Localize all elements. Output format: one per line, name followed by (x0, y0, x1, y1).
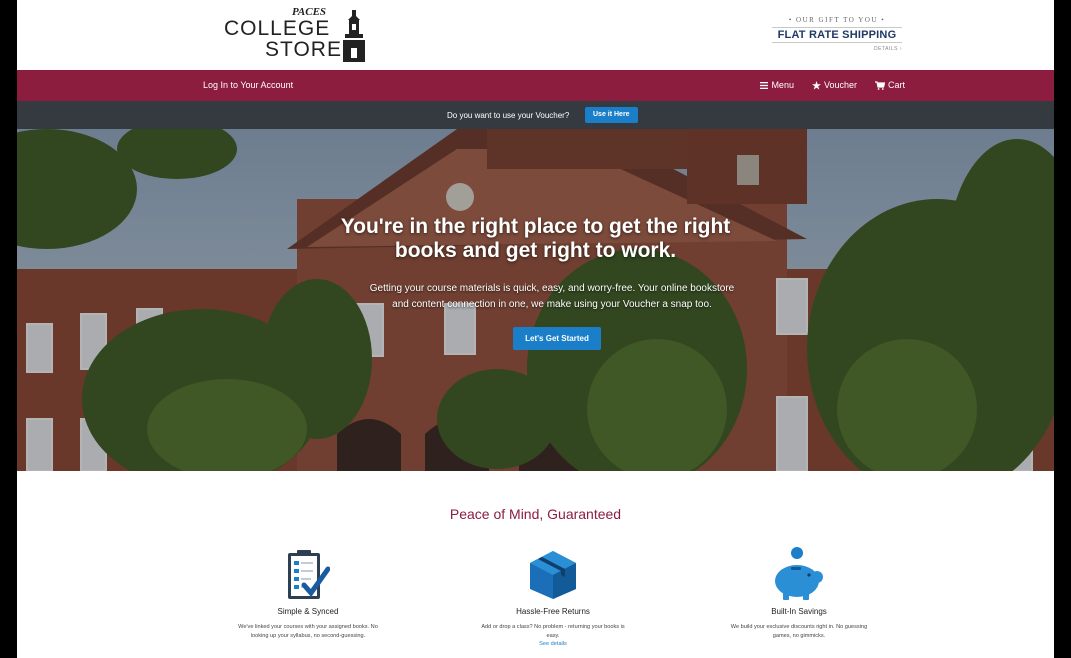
clipboard-check-icon (288, 550, 330, 599)
menu-label: Menu (771, 80, 794, 90)
hamburger-icon (760, 81, 769, 89)
shipping-details-link[interactable]: DETAILS › (772, 46, 902, 52)
feature-title: Hassle-Free Returns (516, 607, 590, 616)
flat-rate-shipping-promo[interactable]: • OUR GIFT TO YOU • FLAT RATE SHIPPING D… (772, 16, 902, 52)
main-nav: Log In to Your Account Menu Voucher Cart (17, 70, 1054, 101)
menu-button[interactable]: Menu (760, 80, 794, 90)
hero-description: Getting your course materials is quick, … (332, 281, 772, 313)
voucher-button[interactable]: Voucher (811, 80, 857, 90)
feature-built-in-savings: Built-In Savings We build your exclusive… (714, 541, 884, 640)
see-details-link[interactable]: See details (468, 640, 638, 648)
site-header: PACES COLLEGE STORE • OUR GIFT TO YOU • … (17, 0, 1054, 70)
piggy-bank-icon (775, 547, 823, 600)
clock-tower-icon (343, 10, 365, 62)
hero-headline-line-2: books and get right to work. (394, 239, 677, 262)
hero-headline: You're in the right place to get the rig… (17, 215, 1054, 263)
cart-button[interactable]: Cart (874, 80, 905, 90)
feature-simple-synced: Simple & Synced We've linked your course… (223, 541, 393, 640)
hero-banner: You're in the right place to get the rig… (17, 129, 1054, 471)
features-section: Peace of Mind, Guaranteed Simple & Synce… (17, 471, 1054, 658)
feature-description: Add or drop a class? No problem - return… (481, 624, 625, 639)
college-store-logo[interactable]: PACES COLLEGE STORE (224, 6, 374, 66)
voucher-question: Do you want to use your Voucher? (447, 111, 570, 120)
use-voucher-button[interactable]: Use it Here (585, 107, 638, 123)
cart-icon (874, 80, 885, 90)
logo-store-text: STORE (265, 38, 342, 61)
hero-description-line-1: Getting your course materials is quick, … (369, 283, 735, 294)
box-icon (530, 551, 576, 599)
logo-college-text: COLLEGE (224, 17, 331, 40)
flat-rate-shipping-title: FLAT RATE SHIPPING (772, 27, 902, 43)
page: PACES COLLEGE STORE • OUR GIFT TO YOU • … (17, 0, 1054, 658)
features-heading: Peace of Mind, Guaranteed (449, 506, 622, 522)
feature-hassle-free-returns: Hassle-Free Returns Add or drop a class?… (468, 541, 638, 648)
feature-description: We've linked your courses with your assi… (238, 624, 378, 639)
gift-tagline: • OUR GIFT TO YOU • (788, 16, 886, 24)
cart-label: Cart (887, 80, 905, 90)
hero-description-line-2: and content connection in one, we make u… (392, 299, 712, 310)
voucher-bar: Do you want to use your Voucher? Use it … (17, 101, 1054, 129)
feature-title: Built-In Savings (771, 607, 827, 616)
star-icon (811, 80, 821, 90)
feature-title: Simple & Synced (277, 607, 339, 616)
login-link[interactable]: Log In to Your Account (203, 80, 293, 90)
hero-headline-line-1: You're in the right place to get the rig… (340, 215, 731, 238)
feature-description: We build your exclusive discounts right … (730, 624, 868, 639)
lets-get-started-button[interactable]: Let's Get Started (513, 327, 601, 350)
voucher-label: Voucher (823, 80, 857, 90)
nav-right-group: Menu Voucher Cart (760, 80, 905, 90)
